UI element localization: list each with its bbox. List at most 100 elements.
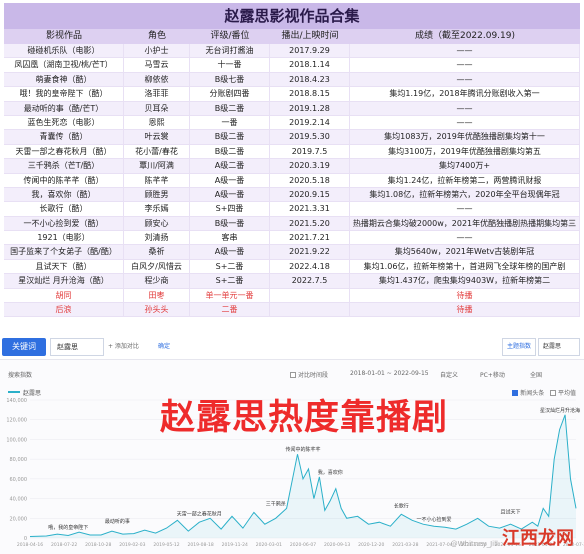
- custom-range-select[interactable]: 自定义: [440, 370, 458, 379]
- y-tick-label: 140,000: [6, 398, 27, 404]
- table-row: 我，喜欢你（酷） 顾胜男 A级一番 2020.9.15 集均1.08亿，拉新年榜第六，2…: [4, 187, 580, 203]
- cell-date: 2018.1.14: [270, 58, 350, 72]
- cell-role: 顾安心: [124, 216, 190, 231]
- cell-date: 2021.3.31: [270, 202, 350, 216]
- x-tick-label: 2019-02-03: [119, 542, 145, 548]
- cell-work: 传闻中的陈芊芊（酷）: [4, 173, 124, 187]
- trend-toolbar: 关键词 赵露思 + 添加对比 确定 主题指数 赵露思: [0, 334, 584, 360]
- table-row: 三千鸦杀（芒T/酷） 覃川/阿满 A级二番 2020.3.19 集均7400万+: [4, 159, 580, 174]
- x-tick-label: 2020-06-07: [290, 542, 316, 548]
- cell-role: 白风夕/风惜云: [124, 259, 190, 274]
- y-tick-label: 120,000: [6, 418, 27, 424]
- cell-rank: S+二番: [190, 259, 270, 274]
- topic-keyword-input[interactable]: 赵露思: [538, 338, 580, 356]
- table-row: 且试天下（酷） 白风夕/风惜云 S+二番 2022.4.18 集均1.06亿，拉新年榜第…: [4, 259, 580, 275]
- cell-role: 陈芊芊: [124, 173, 190, 187]
- table-body: 碰碰机乐队（电影） 小护士 无台词打酱油 2017.9.29 —— 凤囚凰（湖南卫视/桃/…: [4, 44, 580, 318]
- cell-date: 2019.5.30: [270, 130, 350, 144]
- table-row: 天雷一部之春花秋月（酷） 花小蕾/春花 B级二番 2019.7.5 集均3100万，20…: [4, 144, 580, 160]
- y-tick-label: 80,000: [10, 457, 28, 463]
- cell-rank: B级七番: [190, 72, 270, 87]
- cell-work: 且试天下（酷）: [4, 259, 124, 274]
- device-select[interactable]: PC+移动: [480, 370, 505, 379]
- works-table: 赵露思影视作品合集 影视作品 角色 评级/番位 播出/上映时间 成绩（截至202…: [0, 0, 584, 332]
- cell-rank: B级二番: [190, 130, 270, 144]
- tab-topic-index[interactable]: 主题指数: [502, 338, 536, 356]
- filter-bar: 搜索指数 对比时间段 2018-01-01 ~ 2022-09-15 自定义 P…: [0, 368, 584, 382]
- x-tick-label: 2020-03-01: [256, 542, 282, 548]
- table-row: 国子监来了个女弟子（酷/酷） 桑祈 A级一番 2021.9.22 集均5640w，202…: [4, 245, 580, 260]
- table-row: 碰碰机乐队（电影） 小护士 无台词打酱油 2017.9.29 ——: [4, 44, 580, 59]
- chart-annotation: 哦，我的皇帝陛下: [48, 524, 88, 531]
- add-compare-button[interactable]: + 添加对比: [108, 341, 139, 350]
- table-row: 最动听的事（酷/芒T） 贝耳朵 B级二番 2019.1.28 ——: [4, 101, 580, 116]
- cell-role: 覃川/阿满: [124, 159, 190, 173]
- cell-role: 程少商: [124, 274, 190, 288]
- cell-rank: B级二番: [190, 144, 270, 159]
- cell-rank: 一番: [190, 115, 270, 130]
- table-row: 青囊传（酷） 叶云裳 B级二番 2019.5.30 集均1083万，2019年优酷独播剧…: [4, 130, 580, 145]
- cell-work: 胡同: [4, 288, 124, 303]
- cell-result: 集均3100万，2019年优酷独播剧集均第五: [350, 144, 580, 159]
- compare-period-toggle[interactable]: 对比时间段: [290, 370, 328, 379]
- cell-date: 2019.1.28: [270, 101, 350, 115]
- keyword-input[interactable]: 赵露思: [50, 338, 104, 356]
- cell-result: 热播期云合集均破2000w，2021年优酷独播剧热播期集均第三: [350, 216, 580, 231]
- cell-role: 李乐嫣: [124, 202, 190, 216]
- table-title: 赵露思影视作品合集: [4, 3, 580, 29]
- cell-rank: 无台词打酱油: [190, 44, 270, 58]
- cell-work: 天雷一部之春花秋月（酷）: [4, 144, 124, 159]
- chart-annotation: 长歌行: [394, 502, 409, 509]
- cell-role: 刘清扬: [124, 231, 190, 245]
- cell-role: 叶云裳: [124, 130, 190, 144]
- cell-date: 2017.9.29: [270, 44, 350, 58]
- cell-result: 集均1.24亿，拉新年榜第二，两营腾讯财报: [350, 173, 580, 187]
- cell-work: 后浪: [4, 303, 124, 317]
- header-role: 角色: [147, 31, 166, 41]
- header-rank: 评级/番位: [210, 31, 250, 41]
- trend-panel: 关键词 赵露思 + 添加对比 确定 主题指数 赵露思 搜索指数 对比时间段 20…: [0, 334, 584, 554]
- table-row: 1921（电影） 刘清扬 客串 2021.7.21 ——: [4, 231, 580, 246]
- cell-date: 2021.5.20: [270, 216, 350, 231]
- cell-date: [270, 303, 350, 317]
- y-tick-label: 20,000: [10, 516, 28, 522]
- cell-rank: B级一番: [190, 216, 270, 231]
- cell-date: 2021.7.21: [270, 231, 350, 245]
- chart-annotation: 且试天下: [500, 508, 520, 515]
- confirm-button[interactable]: 确定: [158, 341, 170, 350]
- cell-work: 碰碰机乐队（电影）: [4, 44, 124, 58]
- cell-role: 小护士: [124, 44, 190, 58]
- cell-result: 集均1.06亿，拉新年榜第十，首进网飞全球年榜的国产剧: [350, 259, 580, 274]
- cell-work: 国子监来了个女弟子（酷/酷）: [4, 245, 124, 259]
- cell-rank: A级一番: [190, 187, 270, 202]
- x-tick-label: 2019-08-18: [188, 542, 214, 548]
- date-range[interactable]: 2018-01-01 ~ 2022-09-15: [350, 370, 429, 377]
- tab-keyword[interactable]: 关键词: [2, 338, 46, 356]
- table-row: 长歌行（酷） 李乐嫣 S+四番 2021.3.31 ——: [4, 202, 580, 217]
- cell-rank: 分账剧四番: [190, 87, 270, 101]
- cell-date: 2018.4.23: [270, 72, 350, 87]
- cell-result: 集均1.19亿，2018年腾讯分账剧收入第一: [350, 87, 580, 101]
- chart-annotation: 我，喜欢你: [318, 469, 343, 476]
- cell-result: ——: [350, 72, 580, 87]
- cell-role: 洛菲菲: [124, 87, 190, 101]
- cell-date: 2021.9.22: [270, 245, 350, 259]
- cell-result: 集均1.08亿，拉新年榜第六，2020年全平台现偶年冠: [350, 187, 580, 202]
- cell-role: 马雪云: [124, 58, 190, 72]
- cell-rank: S+四番: [190, 202, 270, 216]
- cell-result: ——: [350, 101, 580, 115]
- x-tick-label: 2018-07-22: [51, 542, 77, 548]
- x-tick-label: 2018-10-28: [85, 542, 111, 548]
- cell-date: [270, 288, 350, 303]
- x-tick-label: 2020-12-20: [358, 542, 384, 548]
- cell-rank: 十一番: [190, 58, 270, 72]
- cell-role: 孙头头: [124, 303, 190, 317]
- chart-annotation: 三千鸦杀: [266, 500, 286, 507]
- y-tick-label: 100,000: [6, 437, 27, 443]
- cell-role: 桑祈: [124, 245, 190, 259]
- header-date: 播出/上映时间: [281, 31, 339, 41]
- chart-caption: 赵露思热度靠播剧: [159, 398, 448, 438]
- watermark-logo: 江西龙网: [502, 528, 574, 549]
- cell-result: 集均5640w，2021年Wetv古装剧年冠: [350, 245, 580, 259]
- region-select[interactable]: 全国: [530, 370, 542, 379]
